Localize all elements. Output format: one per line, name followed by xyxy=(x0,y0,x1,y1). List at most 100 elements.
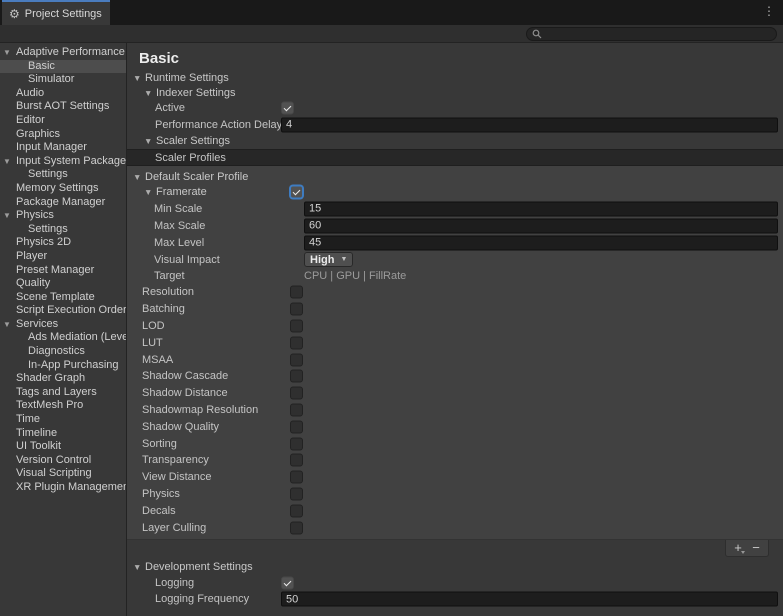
sidebar-item[interactable]: Editor xyxy=(0,114,126,128)
sidebar-item[interactable]: Physics xyxy=(0,209,126,223)
framerate-checkbox[interactable] xyxy=(290,186,303,199)
sidebar-item[interactable]: Burst AOT Settings xyxy=(0,100,126,114)
max-level-field[interactable] xyxy=(304,235,778,250)
foldout-framerate[interactable]: Framerate xyxy=(127,184,783,200)
scaler-row: Layer Culling xyxy=(127,519,783,536)
foldout-default-scaler-profile[interactable]: Default Scaler Profile xyxy=(127,169,783,184)
remove-profile-button[interactable]: − xyxy=(747,541,765,555)
search-icon xyxy=(532,29,542,39)
sidebar-item[interactable]: Physics 2D xyxy=(0,236,126,250)
property-row-performance-action-delay: Performance Action Delay xyxy=(127,116,783,133)
sidebar-item-label: Audio xyxy=(16,87,44,99)
foldout-runtime-settings[interactable]: Runtime Settings xyxy=(127,70,783,85)
visual-impact-dropdown[interactable]: High xyxy=(304,252,353,267)
sidebar-item[interactable]: Scene Template xyxy=(0,291,126,305)
sidebar-item[interactable]: Time xyxy=(0,413,126,427)
sidebar-item[interactable]: Settings xyxy=(0,168,126,182)
sidebar-item[interactable]: Visual Scripting xyxy=(0,467,126,481)
foldout-indexer-settings[interactable]: Indexer Settings xyxy=(127,85,783,100)
sidebar-item[interactable]: Tags and Layers xyxy=(0,386,126,400)
scaler-checkbox[interactable] xyxy=(290,303,303,316)
property-row-max-scale: Max Scale xyxy=(127,217,783,234)
search-input[interactable] xyxy=(545,28,771,40)
scaler-row: Physics xyxy=(127,486,783,503)
scaler-checkbox[interactable] xyxy=(290,454,303,467)
sidebar-item[interactable]: Script Execution Order xyxy=(0,304,126,318)
overflow-menu-icon[interactable]: ⋮ xyxy=(763,4,775,18)
sidebar-item[interactable]: Basic xyxy=(0,60,126,74)
sidebar-item[interactable]: Shader Graph xyxy=(0,372,126,386)
sidebar-item[interactable]: UI Toolkit xyxy=(0,440,126,454)
foldout-scaler-settings[interactable]: Scaler Settings xyxy=(127,133,783,149)
scaler-label: Decals xyxy=(127,505,176,517)
sidebar-item[interactable]: Audio xyxy=(0,87,126,101)
add-profile-button[interactable]: + xyxy=(729,541,747,555)
sidebar-item[interactable]: TextMesh Pro xyxy=(0,399,126,413)
search-box[interactable] xyxy=(526,27,777,41)
sidebar-item[interactable]: Settings xyxy=(0,223,126,237)
performance-action-delay-field[interactable] xyxy=(281,117,778,132)
sidebar-item[interactable]: Graphics xyxy=(0,128,126,142)
sidebar-item[interactable]: XR Plugin Management xyxy=(0,481,126,495)
sidebar-item-label: Package Manager xyxy=(16,196,105,208)
settings-toolbar xyxy=(0,25,783,43)
sidebar-item[interactable]: Ads Mediation (Level xyxy=(0,331,126,345)
sidebar-item[interactable]: Services xyxy=(0,318,126,332)
sidebar-item[interactable]: Diagnostics xyxy=(0,345,126,359)
dropdown-value: High xyxy=(310,254,334,266)
scaler-label: Shadowmap Resolution xyxy=(127,404,258,416)
scaler-checkbox[interactable] xyxy=(290,336,303,349)
scaler-checkbox[interactable] xyxy=(290,420,303,433)
min-scale-field[interactable] xyxy=(304,201,778,216)
sidebar-item-label: Tags and Layers xyxy=(16,386,97,398)
scaler-checkbox[interactable] xyxy=(290,403,303,416)
scaler-checkbox[interactable] xyxy=(290,319,303,332)
scaler-profiles-header: Scaler Profiles xyxy=(127,149,783,166)
max-scale-field[interactable] xyxy=(304,218,778,233)
tab-project-settings[interactable]: ⚙ Project Settings xyxy=(2,0,110,25)
sidebar-item[interactable]: Player xyxy=(0,250,126,264)
scaler-checkbox[interactable] xyxy=(290,521,303,534)
scaler-checkbox[interactable] xyxy=(290,286,303,299)
sidebar-item[interactable]: Simulator xyxy=(0,73,126,87)
sidebar-item[interactable]: Input Manager xyxy=(0,141,126,155)
scaler-checkbox[interactable] xyxy=(290,471,303,484)
foldout-triangle-icon xyxy=(3,318,11,332)
scaler-checkbox[interactable] xyxy=(290,504,303,517)
scaler-label: View Distance xyxy=(127,471,212,483)
sidebar-item[interactable]: Preset Manager xyxy=(0,264,126,278)
sidebar-item[interactable]: Package Manager xyxy=(0,196,126,210)
scaler-checkbox[interactable] xyxy=(290,487,303,500)
sidebar-item[interactable]: Timeline xyxy=(0,427,126,441)
scaler-row: View Distance xyxy=(127,469,783,486)
sidebar-item[interactable]: Adaptive Performance xyxy=(0,46,126,60)
sidebar-item-label: Input System Package xyxy=(16,155,126,167)
sidebar-item-label: UI Toolkit xyxy=(16,440,61,452)
chevron-down-icon xyxy=(341,256,348,263)
scaler-checkbox[interactable] xyxy=(290,353,303,366)
sidebar-item-label: Memory Settings xyxy=(16,182,99,194)
logging-frequency-field[interactable] xyxy=(281,592,778,607)
sidebar-item[interactable]: Version Control xyxy=(0,454,126,468)
active-checkbox[interactable] xyxy=(281,102,294,115)
sidebar-item-label: Settings xyxy=(28,223,68,235)
scaler-checkbox[interactable] xyxy=(290,370,303,383)
sidebar-item-label: Ads Mediation (Level xyxy=(28,331,126,343)
sidebar-item-label: Scene Template xyxy=(16,291,95,303)
property-label: Min Scale xyxy=(127,203,202,215)
sidebar-item-label: Script Execution Order xyxy=(16,304,126,316)
sidebar-item[interactable]: Input System Package xyxy=(0,155,126,169)
foldout-label: Runtime Settings xyxy=(145,72,229,84)
scaler-checkbox[interactable] xyxy=(290,437,303,450)
sidebar-item-label: Timeline xyxy=(16,427,57,439)
sidebar-item-label: In-App Purchasing xyxy=(28,359,119,371)
foldout-development-settings[interactable]: Development Settings xyxy=(127,560,783,575)
sidebar-item[interactable]: Quality xyxy=(0,277,126,291)
scaler-checkbox[interactable] xyxy=(290,387,303,400)
property-row-min-scale: Min Scale xyxy=(127,200,783,217)
sidebar-item-label: Visual Scripting xyxy=(16,467,92,479)
sidebar-item[interactable]: In-App Purchasing xyxy=(0,359,126,373)
foldout-triangle-icon xyxy=(133,73,145,83)
logging-checkbox[interactable] xyxy=(281,576,294,589)
sidebar-item[interactable]: Memory Settings xyxy=(0,182,126,196)
